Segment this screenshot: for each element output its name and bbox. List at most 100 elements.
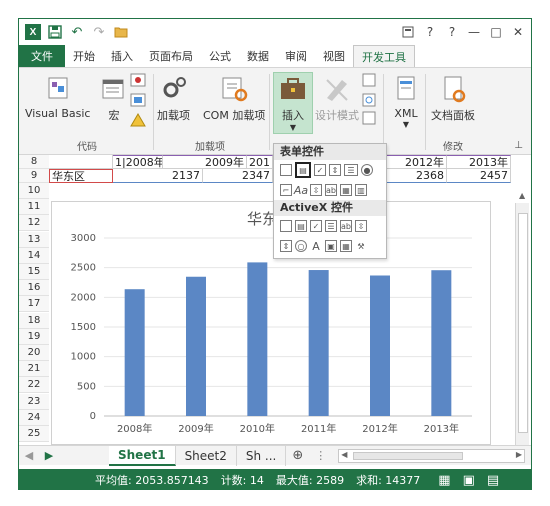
design-mode-button[interactable]: 设计模式 <box>315 74 359 123</box>
activex-button-icon[interactable] <box>280 220 292 232</box>
sheet-nav-next-icon[interactable]: ▶ <box>39 449 59 462</box>
bar-2013年[interactable] <box>431 270 452 416</box>
ribbon-display-icon[interactable] <box>399 23 417 41</box>
row-header-11[interactable]: 11 <box>19 199 49 216</box>
tab-formulas[interactable]: 公式 <box>201 45 239 67</box>
bar-2008年[interactable] <box>124 289 145 416</box>
cell-g9[interactable]: 2368 <box>387 169 447 183</box>
activex-scrollbar-icon[interactable]: ⇳ <box>355 220 367 232</box>
cell-h8[interactable]: 2013年 <box>447 155 511 169</box>
activex-option-icon[interactable]: ○ <box>295 240 307 252</box>
sheet-tab-more[interactable]: Sh ... <box>237 445 287 466</box>
combo-list-control-icon[interactable]: ▦ <box>340 184 352 196</box>
combo-box-control-icon[interactable]: ▤ <box>295 162 311 178</box>
cell-c8[interactable]: 2009年 <box>163 155 247 169</box>
combo-dropdown-control-icon[interactable]: ▥ <box>355 184 367 196</box>
activex-label-icon[interactable]: A <box>310 240 322 253</box>
activex-listbox-icon[interactable]: ☰ <box>325 220 337 232</box>
option-button-control-icon[interactable]: ● <box>361 164 373 176</box>
help-button-2[interactable]: ? <box>443 23 461 41</box>
sheet-tab-sheet1[interactable]: Sheet1 <box>109 445 176 466</box>
scroll-up-arrow-icon[interactable]: ▲ <box>519 191 525 200</box>
redo-icon[interactable]: ↷ <box>91 24 107 40</box>
cell-c9[interactable]: 2347 <box>203 169 273 183</box>
restore-button[interactable]: □ <box>487 23 505 41</box>
activex-checkbox-icon[interactable]: ✓ <box>310 220 322 232</box>
cell-g8[interactable]: 2012年 <box>387 155 447 169</box>
row-header-20[interactable]: 20 <box>19 345 49 361</box>
cell-a8[interactable] <box>49 155 113 169</box>
bar-2010年[interactable] <box>247 262 268 416</box>
activex-spin-icon[interactable]: ⇕ <box>280 240 292 252</box>
activex-toggle-icon[interactable]: ▦ <box>340 240 352 252</box>
cell-b8[interactable]: 1|2008年 <box>113 155 163 169</box>
hscroll-right-arrow-icon[interactable]: ▶ <box>516 450 522 459</box>
cell-h9[interactable]: 2457 <box>447 169 511 183</box>
open-folder-icon[interactable] <box>113 24 129 40</box>
row-header-13[interactable]: 13 <box>19 231 49 248</box>
tab-data[interactable]: 数据 <box>239 45 277 67</box>
page-break-view-icon[interactable]: ▤ <box>487 473 499 488</box>
minimize-button[interactable]: — <box>465 23 483 41</box>
hscroll-thumb[interactable] <box>353 451 464 460</box>
checkbox-control-icon[interactable]: ✓ <box>314 164 326 176</box>
row-header-21[interactable]: 21 <box>19 361 49 378</box>
bar-2009年[interactable] <box>186 276 206 416</box>
sheetbar-splitter[interactable]: ⋮ <box>309 449 332 462</box>
save-icon[interactable] <box>47 24 63 40</box>
properties-icons[interactable] <box>361 72 377 128</box>
sheet-tab-sheet2[interactable]: Sheet2 <box>176 445 237 466</box>
activex-image-icon[interactable]: ▣ <box>325 240 337 252</box>
bar-chart[interactable]: 华东 0 500 1000 1500 2000 2500 3000 2008年 2009年 201… <box>51 201 491 445</box>
hscroll-left-arrow-icon[interactable]: ◀ <box>341 450 347 459</box>
close-button[interactable]: ✕ <box>509 23 527 41</box>
label-control-icon[interactable]: Aa <box>294 184 308 197</box>
tab-page-layout[interactable]: 页面布局 <box>141 45 201 67</box>
row-header-16[interactable]: 16 <box>19 280 49 297</box>
row-header-22[interactable]: 22 <box>19 377 49 394</box>
row-header-14[interactable]: 14 <box>19 247 49 264</box>
tab-review[interactable]: 审阅 <box>277 45 315 67</box>
page-layout-view-icon[interactable]: ▣ <box>463 473 475 488</box>
tab-developer[interactable]: 开发工具 <box>353 45 415 67</box>
spin-button-control-icon[interactable]: ⇕ <box>329 164 341 176</box>
record-macro-icons[interactable] <box>129 72 147 132</box>
document-panel-button[interactable]: 文档面板 <box>431 74 475 123</box>
row-header-19[interactable]: 19 <box>19 328 49 345</box>
visual-basic-button[interactable]: Visual Basic <box>25 74 90 120</box>
row-header-8[interactable]: 8 <box>19 155 49 169</box>
row-header-18[interactable]: 18 <box>19 312 49 329</box>
cell-b9[interactable]: 2137 <box>113 169 203 183</box>
row-header-9[interactable]: 9 <box>19 169 49 183</box>
addins-button[interactable]: 加载项 <box>157 74 190 123</box>
add-sheet-button[interactable]: ⊕ <box>286 448 309 463</box>
row-header-10[interactable]: 10 <box>19 183 49 199</box>
cell-d8[interactable]: 201 <box>247 155 273 169</box>
activex-textbox-icon[interactable]: ab <box>340 220 352 232</box>
group-box-control-icon[interactable]: ⌐ <box>280 184 292 196</box>
xml-button[interactable]: XML ▼ <box>391 74 421 129</box>
scroll-bar-control-icon[interactable]: ⇳ <box>310 184 322 196</box>
vertical-scrollbar[interactable]: ▲ ▼ <box>515 191 529 459</box>
bar-2011年[interactable] <box>308 270 329 416</box>
row-header-23[interactable]: 23 <box>19 393 49 410</box>
row-header-12[interactable]: 12 <box>19 215 49 232</box>
com-addins-button[interactable]: COM 加载项 <box>203 74 265 123</box>
cell-a9[interactable]: 华东区 <box>49 169 113 183</box>
row-header-17[interactable]: 17 <box>19 296 49 313</box>
tab-file[interactable]: 文件 <box>19 45 65 67</box>
text-field-control-icon[interactable]: ab <box>325 184 337 196</box>
row-header-24[interactable]: 24 <box>19 409 49 426</box>
row-header-25[interactable]: 25 <box>19 426 49 442</box>
horizontal-scrollbar[interactable]: ◀ ▶ <box>338 448 525 463</box>
macro-button[interactable]: 宏 <box>99 74 129 123</box>
scrollbar-thumb[interactable] <box>518 213 528 433</box>
tab-view[interactable]: 视图 <box>315 45 353 67</box>
tab-home[interactable]: 开始 <box>65 45 103 67</box>
activex-combo-icon[interactable]: ▤ <box>295 220 307 232</box>
collapse-ribbon-pin-icon[interactable]: ⊥ <box>514 140 523 151</box>
help-button[interactable]: ? <box>421 23 439 41</box>
bar-2012年[interactable] <box>370 275 390 416</box>
button-control-icon[interactable] <box>280 164 292 176</box>
sheet-nav-prev-icon[interactable]: ◀ <box>19 449 39 462</box>
